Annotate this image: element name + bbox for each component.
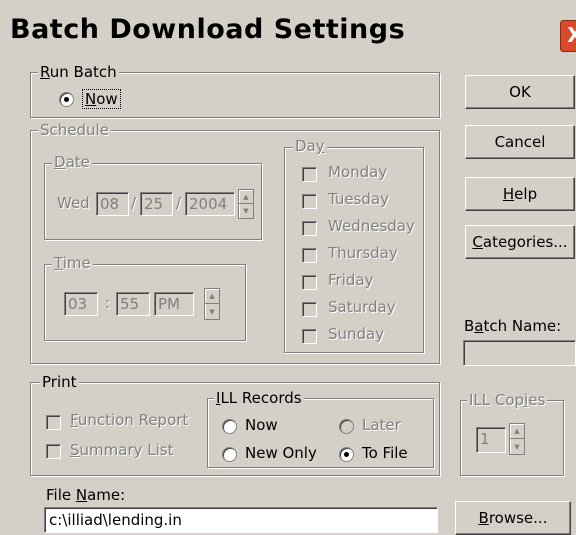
summary-list-label: Summary List	[70, 441, 174, 459]
time-spinner[interactable]: ▲ ▼	[204, 288, 220, 320]
ill-records-legend: ILL Records	[214, 389, 304, 407]
summary-list-checkbox[interactable]	[46, 444, 61, 459]
ill-copies-field[interactable]: 1	[476, 427, 506, 453]
wednesday-label: Wednesday	[328, 217, 415, 235]
saturday-checkbox[interactable]	[302, 302, 317, 317]
browse-button[interactable]: Browse...	[455, 501, 571, 535]
schedule-legend: Schedule	[38, 121, 111, 139]
ill-later-radio[interactable]	[339, 419, 354, 434]
date-weekday: Wed	[57, 194, 90, 212]
cancel-button[interactable]: Cancel	[465, 125, 575, 159]
friday-checkbox[interactable]	[302, 275, 317, 290]
window-title: Batch Download Settings	[10, 14, 406, 45]
ill-new-only-radio[interactable]	[222, 447, 237, 462]
ill-to-file-radio[interactable]	[339, 447, 354, 462]
run-now-radio[interactable]	[59, 92, 74, 107]
spin-up-icon: ▲	[510, 424, 524, 439]
thursday-checkbox[interactable]	[302, 248, 317, 263]
date-spinner[interactable]: ▲ ▼	[238, 189, 254, 219]
date-day-field[interactable]: 25	[140, 192, 173, 216]
sunday-label: Sunday	[328, 325, 385, 343]
file-name-input[interactable]: c:\illiad\lending.in	[44, 507, 438, 533]
saturday-label: Saturday	[328, 298, 396, 316]
spin-up-icon: ▲	[239, 190, 253, 204]
ill-now-label[interactable]: Now	[245, 416, 278, 434]
ok-button[interactable]: OK	[465, 75, 575, 109]
time-minute-field[interactable]: 55	[116, 292, 150, 316]
tuesday-label: Tuesday	[328, 190, 390, 208]
ill-copies-spinner[interactable]: ▲ ▼	[509, 423, 525, 455]
day-legend: Day	[293, 137, 327, 155]
help-button[interactable]: Help	[465, 177, 575, 211]
run-now-label[interactable]: Now	[82, 89, 121, 109]
time-ampm-field[interactable]: PM	[154, 292, 194, 316]
ill-new-only-label[interactable]: New Only	[245, 444, 317, 462]
close-button[interactable]: X	[560, 20, 576, 52]
function-report-checkbox[interactable]	[46, 415, 61, 430]
sunday-checkbox[interactable]	[302, 329, 317, 344]
time-hour-field[interactable]: 03	[64, 292, 98, 316]
run-batch-legend: Run Batch	[38, 63, 119, 81]
categories-button[interactable]: Categories...	[465, 225, 575, 259]
print-legend: Print	[40, 373, 79, 391]
close-icon: X	[567, 23, 576, 47]
batch-name-field[interactable]	[463, 340, 576, 366]
ill-now-radio[interactable]	[222, 419, 237, 434]
function-report-label: Function Report	[70, 411, 189, 429]
file-name-label: File Name:	[46, 486, 126, 504]
ill-to-file-label[interactable]: To File	[362, 444, 408, 462]
spin-up-icon: ▲	[205, 289, 219, 304]
ill-later-label[interactable]: Later	[362, 416, 401, 434]
date-legend: Date	[52, 153, 92, 171]
monday-label: Monday	[328, 163, 388, 181]
wednesday-checkbox[interactable]	[302, 221, 317, 236]
date-month-field[interactable]: 08	[96, 192, 129, 216]
friday-label: Friday	[328, 271, 374, 289]
monday-checkbox[interactable]	[302, 167, 317, 182]
batch-name-label: Batch Name:	[464, 317, 562, 335]
spin-down-icon: ▼	[209, 307, 215, 316]
thursday-label: Thursday	[328, 244, 398, 262]
spin-down-icon: ▼	[243, 207, 249, 215]
time-legend: Time	[52, 254, 93, 272]
spin-down-icon: ▼	[514, 442, 520, 451]
date-year-field[interactable]: 2004	[185, 192, 235, 216]
ill-copies-legend: ILL Copies	[467, 391, 548, 409]
date-sep-2: /	[176, 194, 182, 212]
time-sep: :	[105, 294, 111, 312]
tuesday-checkbox[interactable]	[302, 194, 317, 209]
date-sep-1: /	[131, 194, 137, 212]
